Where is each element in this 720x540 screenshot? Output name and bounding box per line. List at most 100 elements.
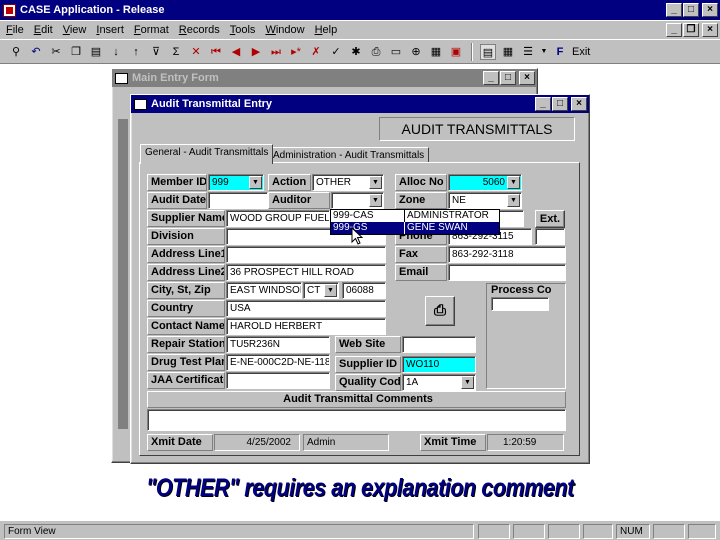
first-record-icon[interactable]: ⏮ — [208, 44, 224, 60]
quality-code-label: Quality Code — [335, 374, 401, 391]
list-view-icon[interactable]: ☰ — [520, 44, 536, 60]
properties-icon[interactable]: ▦ — [428, 44, 444, 60]
mouse-cursor-icon — [351, 227, 363, 245]
jaa-certificate-input[interactable] — [226, 372, 330, 389]
menu-format[interactable]: Format — [134, 24, 169, 36]
audit-date-input[interactable] — [208, 192, 268, 209]
process-co-input[interactable] — [491, 297, 549, 311]
filter-by-selection-icon[interactable]: ⊽ — [148, 44, 164, 60]
drug-test-plan-input[interactable]: E-NE-000C2D-NE-118 — [226, 354, 330, 371]
auditor-combo[interactable]: ▼ — [331, 192, 384, 209]
tab-general[interactable]: General - Audit Transmittals — [140, 144, 274, 164]
doc-restore-button[interactable]: ❐ — [683, 23, 699, 37]
repair-station-input[interactable]: TU5R236N — [226, 336, 330, 353]
app-close-button[interactable]: × — [702, 3, 718, 17]
member-id-combo[interactable]: 999 ▼ — [208, 174, 264, 191]
filter-by-form-icon[interactable]: Σ — [168, 44, 184, 60]
app-icon[interactable] — [3, 3, 16, 17]
menu-help[interactable]: Help — [315, 24, 338, 36]
status-panel — [653, 524, 685, 539]
main-entry-form-title-bar[interactable]: Main Entry Form _ □ × — [112, 69, 537, 87]
menu-view[interactable]: View — [63, 24, 87, 36]
audit-minimize-button[interactable]: _ — [535, 97, 551, 111]
last-record-icon[interactable]: ⏭ — [268, 44, 284, 60]
audit-maximize-button[interactable]: □ — [552, 97, 568, 111]
member-id-value: 999 — [212, 177, 229, 188]
action-combo[interactable]: OTHER ▼ — [312, 174, 384, 191]
chevron-down-icon[interactable]: ▼ — [507, 194, 520, 207]
menu-edit[interactable]: Edit — [34, 24, 53, 36]
paste-icon[interactable]: ▤ — [88, 44, 104, 60]
main-form-close-button[interactable]: × — [519, 71, 535, 85]
email-input[interactable] — [448, 264, 566, 281]
quality-code-value: 1A — [406, 377, 419, 388]
main-form-minimize-button[interactable]: _ — [483, 71, 499, 85]
quality-code-combo[interactable]: 1A ▼ — [402, 374, 476, 391]
city-input[interactable]: EAST WINDSOR — [226, 282, 302, 299]
state-combo[interactable]: CT ▼ — [303, 282, 339, 299]
audit-date-label: Audit Date — [147, 192, 207, 209]
menu-records[interactable]: Records — [179, 24, 220, 36]
country-input[interactable]: USA — [226, 300, 386, 317]
comments-label: Audit Transmittal Comments — [147, 391, 566, 408]
previous-record-icon[interactable]: ◀ — [228, 44, 244, 60]
phone-ext-input[interactable] — [535, 228, 565, 245]
zip-input[interactable]: 06088 — [342, 282, 386, 299]
audit-transmittal-title-bar[interactable]: Audit Transmittal Entry _ □ × — [131, 95, 589, 113]
spelling-icon[interactable]: ✓ — [328, 44, 344, 60]
ext-button[interactable]: Ext. — [535, 210, 565, 228]
cut-icon[interactable]: ✂ — [48, 44, 64, 60]
xmit-user-value: Admin — [303, 434, 389, 451]
country-label: Country — [147, 300, 225, 317]
exit-door-icon[interactable]: ▣ — [448, 44, 464, 60]
print-icon[interactable]: ⎙ — [368, 44, 384, 60]
form-view-icon[interactable]: ▤ — [480, 43, 496, 60]
tools-icon[interactable]: ✱ — [348, 44, 364, 60]
remove-filter-icon[interactable]: ✕ — [188, 44, 204, 60]
address-line2-input[interactable]: 36 PROSPECT HILL ROAD — [226, 264, 386, 281]
chevron-down-icon[interactable]: ▼ — [369, 194, 382, 207]
app-minimize-button[interactable]: _ — [666, 3, 682, 17]
font-icon[interactable]: F — [552, 44, 568, 60]
comments-input[interactable] — [147, 409, 566, 431]
web-site-input[interactable] — [402, 336, 476, 353]
alloc-no-combo[interactable]: 5060 ▼ — [448, 174, 522, 191]
binoculars-icon[interactable]: ⚲ — [8, 44, 24, 60]
address-line1-input[interactable] — [226, 246, 386, 263]
copy-icon[interactable]: ❐ — [68, 44, 84, 60]
sort-ascending-icon[interactable]: ↓ — [108, 44, 124, 60]
undo-icon[interactable]: ↶ — [28, 44, 44, 60]
main-form-maximize-button[interactable]: □ — [500, 71, 516, 85]
doc-minimize-button[interactable]: _ — [666, 23, 682, 37]
audit-close-button[interactable]: × — [571, 97, 587, 111]
chevron-down-icon[interactable]: ▼ — [249, 176, 262, 189]
dropdown-arrow-icon[interactable]: ▼ — [540, 44, 548, 60]
print-record-button[interactable]: ⎙ — [425, 296, 455, 326]
app-maximize-button[interactable]: □ — [683, 3, 699, 17]
new-record-icon[interactable]: ▸* — [288, 44, 304, 60]
supplier-id-input[interactable]: WO110 — [402, 356, 476, 373]
doc-close-button[interactable]: × — [702, 23, 718, 37]
menu-window[interactable]: Window — [265, 24, 304, 36]
delete-record-icon[interactable]: ✗ — [308, 44, 324, 60]
menu-tools[interactable]: Tools — [230, 24, 256, 36]
dropdown-row[interactable]: 999-CAS ADMINISTRATOR — [331, 210, 499, 222]
menu-insert[interactable]: Insert — [96, 24, 124, 36]
sort-descending-icon[interactable]: ↑ — [128, 44, 144, 60]
chevron-down-icon[interactable]: ▼ — [507, 176, 520, 189]
chevron-down-icon[interactable]: ▼ — [324, 284, 337, 297]
app-title-bar[interactable]: CASE Application - Release _ □ × — [0, 0, 720, 20]
menu-file[interactable]: File — [6, 24, 24, 36]
contact-name-input[interactable]: HAROLD HERBERT — [226, 318, 386, 335]
zone-combo[interactable]: NE ▼ — [448, 192, 522, 209]
next-record-icon[interactable]: ▶ — [248, 44, 264, 60]
zoom-icon[interactable]: ⊕ — [408, 44, 424, 60]
chevron-down-icon[interactable]: ▼ — [369, 176, 382, 189]
fax-input[interactable]: 863-292-3118 — [448, 246, 566, 263]
chevron-down-icon[interactable]: ▼ — [461, 376, 474, 389]
supplier-name-input[interactable]: WOOD GROUP FUEL — [226, 210, 330, 227]
status-panel — [583, 524, 613, 539]
exit-button[interactable]: Exit — [572, 46, 590, 58]
datasheet-view-icon[interactable]: ▦ — [500, 44, 516, 60]
print-preview-icon[interactable]: ▭ — [388, 44, 404, 60]
